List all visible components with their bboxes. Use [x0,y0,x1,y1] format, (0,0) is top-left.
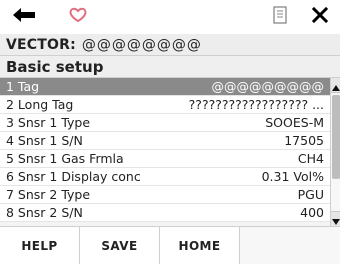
scroll-track[interactable] [331,92,340,212]
list-item-value: 400 [300,205,324,220]
heart-icon [69,7,87,27]
list-scrollbar[interactable] [330,78,340,226]
scroll-up-button[interactable] [331,78,340,93]
list-item-value: PGU [297,187,324,202]
list-item-value: ?????????????????? ... [188,97,324,112]
help-button[interactable]: HELP [0,227,80,264]
list-item-value: CH4 [297,151,324,166]
document-button[interactable] [260,0,300,34]
list-item-label: 2 Long Tag [6,97,74,112]
back-button[interactable] [0,0,48,34]
parameter-list: 1 Tag @@@@@@@@@ 2 Long Tag ?????????????… [0,78,330,226]
list-item-value: @@@@@@@@@ [211,79,325,94]
device-label: VECTOR: [6,36,76,53]
home-button[interactable]: HOME [160,227,240,264]
document-icon [273,6,287,28]
bottom-bar: HELP SAVE HOME [0,226,340,264]
list-item-value: SOOES-M [265,115,324,130]
list-item-label: 3 Snsr 1 Type [6,115,91,130]
device-id: @@@@@@@@ [81,36,202,53]
list-item-label: 7 Snsr 2 Type [6,187,91,202]
top-bar [0,0,340,35]
device-screen: VECTOR: @@@@@@@@ Basic setup 1 Tag @@@@@… [0,0,340,264]
list-item-label: 5 Snsr 1 Gas Frmla [6,151,124,166]
list-item-2[interactable]: 2 Long Tag ?????????????????? ... [0,96,330,114]
list-item-value: 17505 [284,133,324,148]
device-header: VECTOR: @@@@@@@@ [0,34,340,56]
list-item-6[interactable]: 6 Snsr 1 Display conc 0.31 Vol% [0,168,330,186]
list-item-label: 6 Snsr 1 Display conc [6,169,141,184]
section-title: Basic setup [0,56,340,78]
list-item-4[interactable]: 4 Snsr 1 S/N 17505 [0,132,330,150]
bottom-bar-fill [240,227,340,264]
list-item-label: 8 Snsr 2 S/N [6,205,83,220]
list-item-5[interactable]: 5 Snsr 1 Gas Frmla CH4 [0,150,330,168]
list-item-8[interactable]: 8 Snsr 2 S/N 400 [0,204,330,222]
close-button[interactable] [300,0,340,34]
list-item-value: 0.31 Vol% [261,169,324,184]
back-arrow-icon [11,6,37,28]
favorite-button[interactable] [48,0,108,34]
list-item-7[interactable]: 7 Snsr 2 Type PGU [0,186,330,204]
list-item-label: 1 Tag [6,79,40,94]
save-button[interactable]: SAVE [80,227,160,264]
list-item-1[interactable]: 1 Tag @@@@@@@@@ [0,78,330,96]
close-icon [311,6,329,28]
list-item-label: 4 Snsr 1 S/N [6,133,83,148]
scroll-thumb[interactable] [332,95,340,179]
scroll-down-button[interactable] [331,211,340,226]
list-item-3[interactable]: 3 Snsr 1 Type SOOES-M [0,114,330,132]
